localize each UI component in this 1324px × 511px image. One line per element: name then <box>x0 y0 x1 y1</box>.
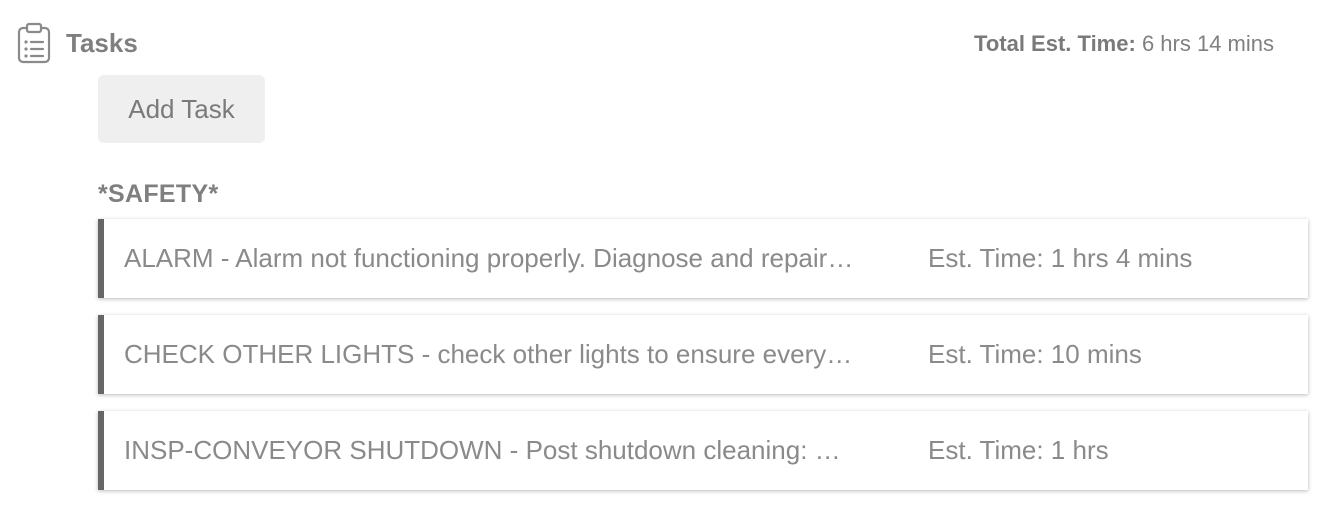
clipboard-list-icon <box>17 22 51 64</box>
task-group-title: *SAFETY* <box>98 180 219 208</box>
add-task-button[interactable]: Add Task <box>98 75 265 143</box>
task-description: CHECK OTHER LIGHTS - check other lights … <box>124 339 853 369</box>
task-item[interactable]: ALARM - Alarm not functioning properly. … <box>98 219 1308 298</box>
task-est-time: Est. Time: 1 hrs <box>928 435 1109 465</box>
task-est-time: Est. Time: 1 hrs 4 mins <box>928 243 1193 273</box>
task-est-time: Est. Time: 10 mins <box>928 339 1142 369</box>
total-est-time-value: 6 hrs 14 mins <box>1141 31 1274 56</box>
total-est-time-label: Total Est. Time: <box>974 31 1136 56</box>
task-list: ALARM - Alarm not functioning properly. … <box>98 219 1308 507</box>
task-item[interactable]: CHECK OTHER LIGHTS - check other lights … <box>98 315 1308 394</box>
page-title: Tasks <box>66 28 138 58</box>
task-description: ALARM - Alarm not functioning properly. … <box>124 243 854 273</box>
tasks-header: Tasks Total Est. Time: 6 hrs 14 mins <box>0 0 1324 80</box>
task-item[interactable]: INSP-CONVEYOR SHUTDOWN - Post shutdown c… <box>98 411 1308 490</box>
task-description: INSP-CONVEYOR SHUTDOWN - Post shutdown c… <box>124 435 841 465</box>
total-est-time: Total Est. Time: 6 hrs 14 mins <box>974 30 1274 58</box>
